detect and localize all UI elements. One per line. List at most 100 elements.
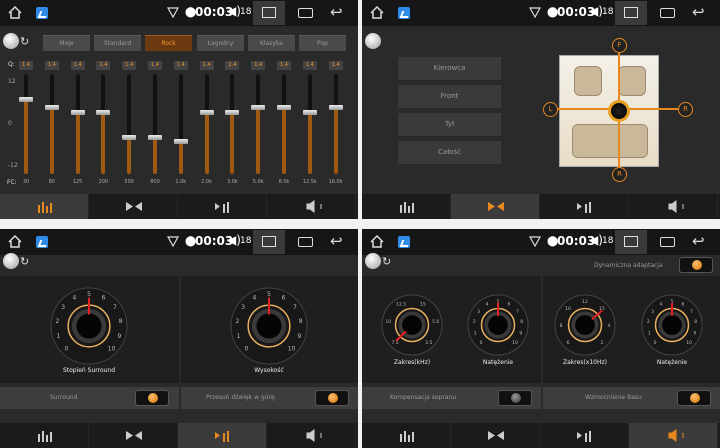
- sound-logo-icon[interactable]: [3, 33, 19, 49]
- eq-slider-track[interactable]: [148, 74, 162, 174]
- tab-equalizer[interactable]: [362, 423, 451, 448]
- eq-slider-knob[interactable]: [328, 105, 343, 111]
- multiwindow-icon[interactable]: [298, 8, 313, 18]
- tab-balance[interactable]: [89, 194, 178, 219]
- tab-balance[interactable]: [451, 423, 540, 448]
- tab-bass-treble[interactable]: [267, 194, 356, 219]
- q-value[interactable]: 1.4: [148, 61, 162, 70]
- eq-slider-knob[interactable]: [173, 138, 188, 144]
- bass-boost-toggle[interactable]: [677, 390, 711, 406]
- dynamic-adaptation-toggle[interactable]: [679, 257, 713, 273]
- tab-surround[interactable]: [540, 194, 629, 219]
- eq-slider-track[interactable]: [277, 74, 291, 174]
- eq-slider-knob[interactable]: [302, 109, 317, 115]
- eq-slider-knob[interactable]: [44, 105, 59, 111]
- tab-equalizer[interactable]: [362, 194, 451, 219]
- tab-equalizer[interactable]: [0, 194, 89, 219]
- tab-surround[interactable]: [178, 194, 267, 219]
- volume-icon[interactable]: ◀): [589, 233, 603, 247]
- tab-surround[interactable]: [540, 423, 629, 448]
- q-value[interactable]: 1.4: [277, 61, 291, 70]
- treble-range-dial[interactable]: 7.5 10 12.5 15 5.0 2.5: [379, 292, 445, 358]
- back-icon[interactable]: ↩: [692, 234, 705, 249]
- eq-slider-track[interactable]: [251, 74, 266, 174]
- preset-button[interactable]: Pop: [299, 35, 346, 51]
- eq-slider-knob[interactable]: [277, 105, 291, 111]
- multiwindow-icon[interactable]: [660, 237, 675, 247]
- multiwindow-icon[interactable]: [660, 8, 675, 18]
- tab-balance[interactable]: [451, 194, 540, 219]
- tab-surround[interactable]: [178, 423, 267, 448]
- eq-slider-track[interactable]: [328, 74, 343, 174]
- preset-button[interactable]: Rock: [145, 35, 192, 51]
- surround-toggle[interactable]: [135, 390, 169, 406]
- eq-slider-knob[interactable]: [199, 109, 214, 115]
- home-icon[interactable]: [370, 6, 384, 19]
- q-value[interactable]: 1.4: [251, 61, 266, 70]
- home-icon[interactable]: [8, 6, 22, 19]
- gallery-app-icon[interactable]: [398, 236, 410, 248]
- eq-slider-knob[interactable]: [96, 109, 111, 115]
- bass-range-dial[interactable]: 6810121542: [552, 292, 618, 358]
- balance-center-handle[interactable]: [608, 100, 630, 122]
- screen-off-button[interactable]: [615, 1, 647, 25]
- screen-off-button[interactable]: [253, 1, 285, 25]
- position-all-button[interactable]: Całość: [398, 141, 501, 164]
- eq-slider-knob[interactable]: [251, 105, 266, 111]
- position-front-button[interactable]: Front: [398, 85, 501, 108]
- gallery-app-icon[interactable]: [36, 7, 48, 19]
- tab-equalizer[interactable]: [0, 423, 89, 448]
- tab-bass-treble[interactable]: [629, 423, 718, 448]
- eq-slider-knob[interactable]: [225, 109, 240, 115]
- gallery-app-icon[interactable]: [398, 7, 410, 19]
- tab-bass-treble[interactable]: [629, 194, 718, 219]
- volume-icon[interactable]: ◀): [589, 4, 603, 18]
- reset-icon[interactable]: ↻: [20, 255, 29, 268]
- sound-logo-icon[interactable]: [365, 253, 381, 269]
- q-value[interactable]: 1.4: [44, 61, 59, 70]
- q-value[interactable]: 1.4: [122, 61, 137, 70]
- eq-slider-track[interactable]: [122, 74, 137, 174]
- q-value[interactable]: 1.4: [19, 61, 33, 70]
- q-value[interactable]: 1.4: [70, 61, 85, 70]
- q-value[interactable]: 1.4: [302, 61, 317, 70]
- home-icon[interactable]: [370, 235, 384, 248]
- preset-button[interactable]: Standard: [94, 35, 141, 51]
- sound-logo-icon[interactable]: [365, 33, 381, 49]
- eq-slider-track[interactable]: [225, 74, 240, 174]
- eq-slider-track[interactable]: [199, 74, 214, 174]
- reset-icon[interactable]: ↻: [20, 35, 29, 48]
- q-value[interactable]: 1.4: [225, 61, 240, 70]
- position-rear-button[interactable]: Tył: [398, 113, 501, 136]
- q-value[interactable]: 1.4: [96, 61, 111, 70]
- eq-slider-track[interactable]: [19, 74, 33, 174]
- treble-compensation-toggle[interactable]: [498, 390, 532, 406]
- reset-icon[interactable]: ↻: [382, 255, 391, 268]
- eq-slider-track[interactable]: [44, 74, 59, 174]
- home-icon[interactable]: [8, 235, 22, 248]
- eq-slider-knob[interactable]: [70, 109, 85, 115]
- q-value[interactable]: 1.4: [173, 61, 188, 70]
- eq-slider-knob[interactable]: [19, 97, 33, 102]
- preset-button[interactable]: Łagodny: [197, 35, 244, 51]
- shift-up-toggle[interactable]: [315, 390, 349, 406]
- eq-slider-knob[interactable]: [148, 134, 162, 140]
- back-icon[interactable]: ↩: [330, 5, 343, 20]
- preset-button[interactable]: Klasyka: [248, 35, 295, 51]
- eq-slider-knob[interactable]: [122, 134, 137, 140]
- back-icon[interactable]: ↩: [692, 5, 705, 20]
- tab-bass-treble[interactable]: [267, 423, 356, 448]
- volume-icon[interactable]: ◀): [227, 233, 241, 247]
- height-dial[interactable]: 01234 5 678910: [228, 285, 310, 367]
- sound-logo-icon[interactable]: [3, 253, 19, 269]
- tab-balance[interactable]: [89, 423, 178, 448]
- eq-slider-track[interactable]: [70, 74, 85, 174]
- surround-level-dial[interactable]: 01234 5 678910: [48, 285, 130, 367]
- treble-intensity-dial[interactable]: 012345678910: [465, 292, 531, 358]
- eq-slider-track[interactable]: [173, 74, 188, 174]
- screen-off-button[interactable]: [253, 230, 285, 254]
- bass-intensity-dial[interactable]: 012345678910: [639, 292, 705, 358]
- preset-button[interactable]: Moje: [43, 35, 90, 51]
- eq-slider-track[interactable]: [96, 74, 111, 174]
- volume-icon[interactable]: ◀): [227, 4, 241, 18]
